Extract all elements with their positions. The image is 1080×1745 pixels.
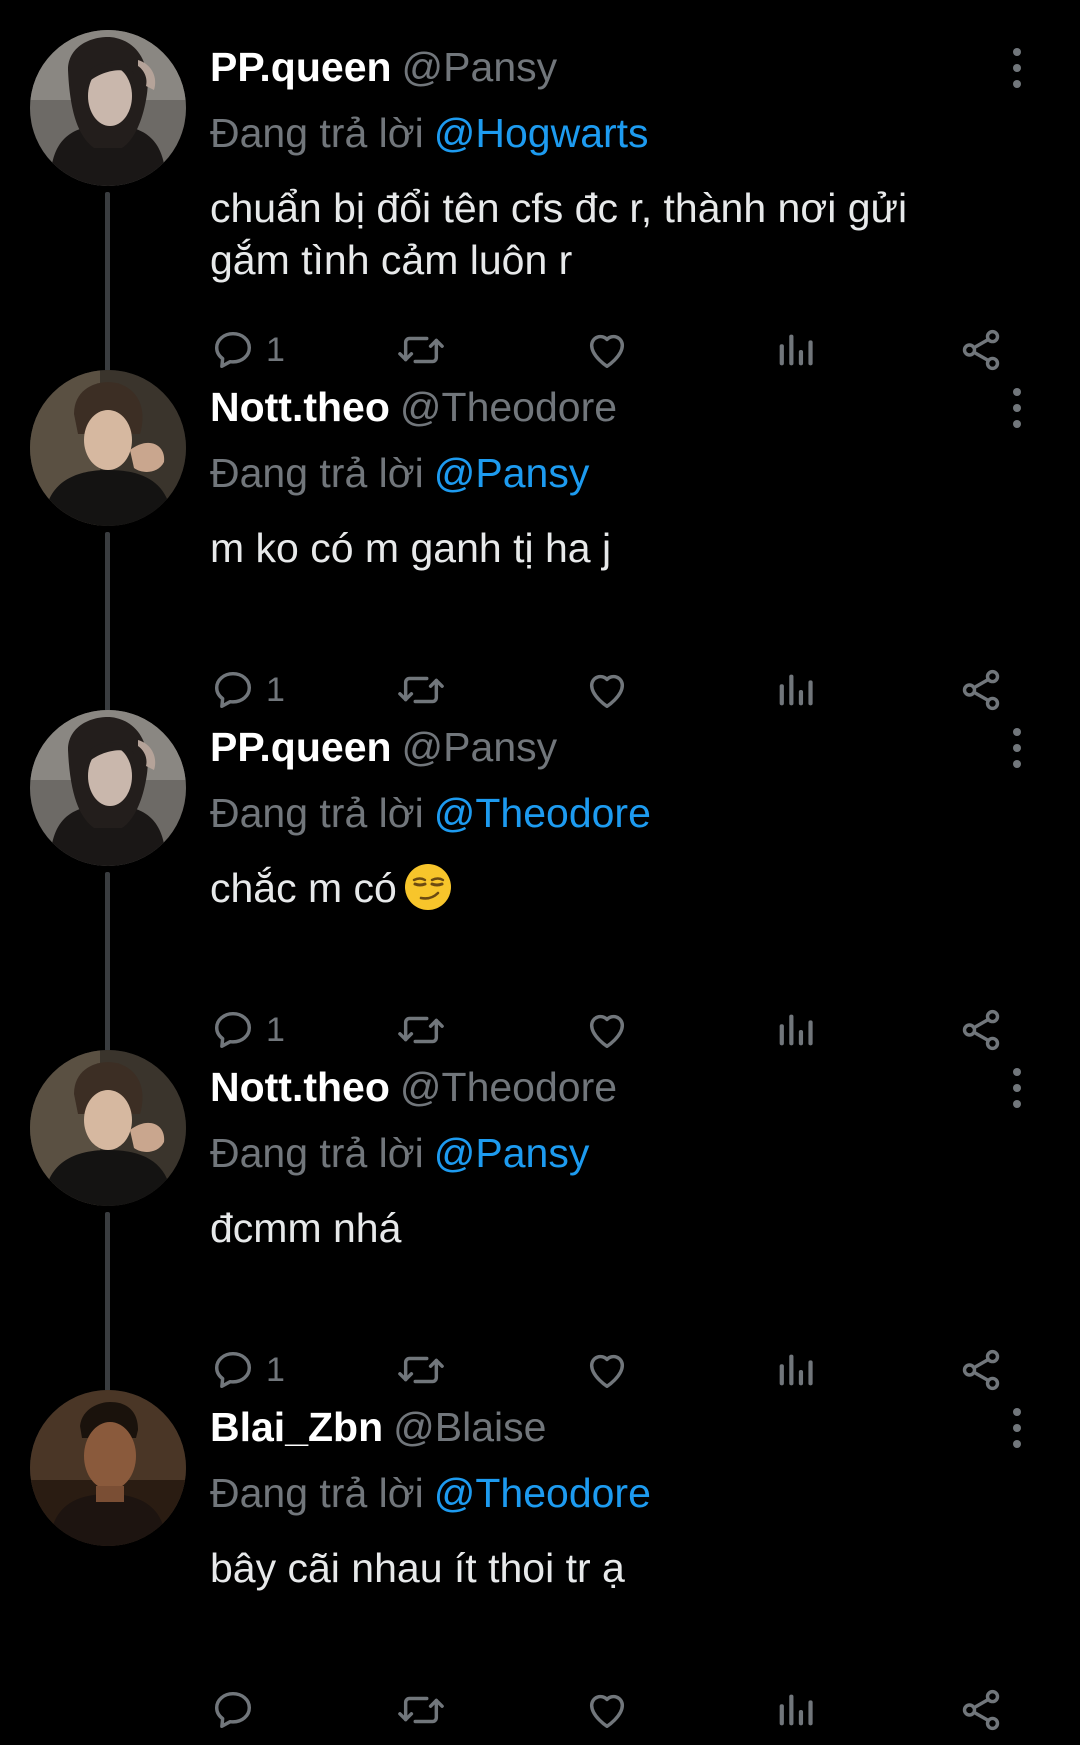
replying-to-handle[interactable]: @Pansy — [434, 450, 590, 496]
replying-to-handle[interactable]: @Hogwarts — [434, 110, 649, 156]
tweet-header: Nott.theo @Theodore — [210, 1062, 617, 1112]
views-icon — [772, 1687, 818, 1733]
tweet[interactable]: PP.queen @Pansy Đang trả lời @Hogwarts chu… — [0, 0, 1080, 420]
more-options-icon[interactable] — [1000, 384, 1034, 432]
user-handle[interactable]: @Pansy — [402, 44, 558, 90]
replying-to-handle[interactable]: @Theodore — [434, 1470, 651, 1516]
tweet[interactable]: Nott.theo @Theodore Đang trả lời @Pansy đc… — [0, 1020, 1080, 1440]
tweet-text-content: đcmm nhá — [210, 1205, 402, 1251]
more-options-icon[interactable] — [1000, 1404, 1034, 1452]
avatar[interactable] — [30, 1390, 186, 1546]
replying-to: Đang trả lời @Pansy — [210, 448, 589, 498]
share-button[interactable] — [958, 1682, 1004, 1738]
tweet-text: đcmm nhá — [210, 1202, 990, 1254]
avatar[interactable] — [30, 30, 186, 186]
tweet-header: Blai_Zbn @Blaise — [210, 1402, 546, 1452]
replying-to-label: Đang trả lời — [210, 1470, 424, 1516]
replying-to-label: Đang trả lời — [210, 790, 424, 836]
user-handle[interactable]: @Pansy — [402, 724, 558, 770]
reply-thread: PP.queen @Pansy Đang trả lời @Hogwarts chu… — [0, 0, 1080, 1745]
tweet[interactable]: Blai_Zbn @Blaise Đang trả lời @Theodore bâ… — [0, 1360, 1080, 1731]
replying-to-label: Đang trả lời — [210, 1130, 424, 1176]
more-options-icon[interactable] — [1000, 44, 1034, 92]
display-name[interactable]: PP.queen — [210, 724, 392, 770]
display-name[interactable]: PP.queen — [210, 44, 392, 90]
tweet-text: chuẩn bị đổi tên cfs đc r, thành nơi gửi… — [210, 182, 990, 286]
like-button[interactable] — [584, 1682, 630, 1738]
tweet-text: bây cãi nhau ít thoi tr ạ — [210, 1542, 990, 1594]
replying-to: Đang trả lời @Theodore — [210, 1468, 651, 1518]
replying-to-label: Đang trả lời — [210, 110, 424, 156]
replying-to: Đang trả lời @Pansy — [210, 1128, 589, 1178]
reply-button[interactable] — [210, 1682, 266, 1738]
tweet-actions — [0, 1682, 1080, 1738]
like-icon — [584, 1687, 630, 1733]
avatar[interactable] — [30, 710, 186, 866]
display-name[interactable]: Nott.theo — [210, 1064, 390, 1110]
avatar[interactable] — [30, 370, 186, 526]
retweet-icon — [396, 1687, 446, 1733]
share-icon — [958, 1687, 1004, 1733]
tweet-text-content: chắc m có — [210, 865, 397, 911]
more-options-icon[interactable] — [1000, 724, 1034, 772]
more-options-icon[interactable] — [1000, 1064, 1034, 1112]
tweet-header: PP.queen @Pansy — [210, 42, 557, 92]
avatar[interactable] — [30, 1050, 186, 1206]
user-handle[interactable]: @Theodore — [400, 1064, 617, 1110]
reply-icon — [210, 1687, 256, 1733]
user-handle[interactable]: @Theodore — [400, 384, 617, 430]
replying-to: Đang trả lời @Hogwarts — [210, 108, 649, 158]
tweet-text-content: chuẩn bị đổi tên cfs đc r, thành nơi gửi… — [210, 185, 908, 283]
display-name[interactable]: Blai_Zbn — [210, 1404, 383, 1450]
tweet[interactable]: Nott.theo @Theodore Đang trả lời @Pansy m … — [0, 340, 1080, 760]
replying-to-handle[interactable]: @Pansy — [434, 1130, 590, 1176]
tweet-header: Nott.theo @Theodore — [210, 382, 617, 432]
user-handle[interactable]: @Blaise — [393, 1404, 546, 1450]
replying-to-handle[interactable]: @Theodore — [434, 790, 651, 836]
display-name[interactable]: Nott.theo — [210, 384, 390, 430]
tweet[interactable]: PP.queen @Pansy Đang trả lời @Theodore chắ… — [0, 680, 1080, 1100]
replying-to: Đang trả lời @Theodore — [210, 788, 651, 838]
tweet-text: m ko có m ganh tị ha j — [210, 522, 990, 574]
retweet-button[interactable] — [396, 1682, 446, 1738]
tweet-text: chắc m có — [210, 862, 990, 914]
replying-to-label: Đang trả lời — [210, 450, 424, 496]
smirking-face-emoji — [403, 862, 453, 912]
views-button[interactable] — [772, 1682, 818, 1738]
tweet-text-content: m ko có m ganh tị ha j — [210, 525, 612, 571]
tweet-text-content: bây cãi nhau ít thoi tr ạ — [210, 1545, 625, 1591]
tweet-header: PP.queen @Pansy — [210, 722, 557, 772]
